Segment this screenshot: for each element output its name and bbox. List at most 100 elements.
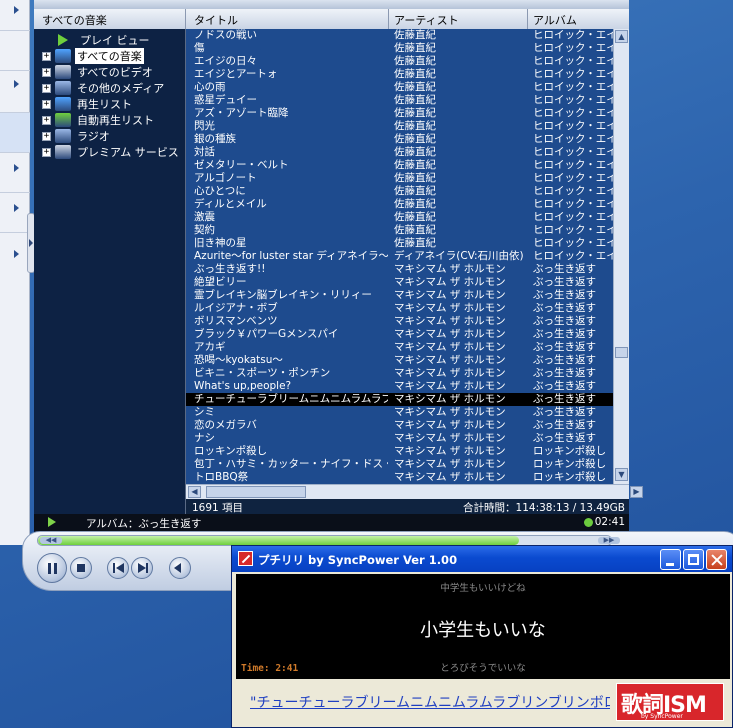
tree-item[interactable]: + プレミアム サービス	[42, 144, 181, 160]
track-row[interactable]: シミ マキシマム ザ ホルモン ぶっ生き返す	[186, 406, 629, 419]
horizontal-scrollbar[interactable]: ◀ ▶	[186, 484, 643, 499]
track-row[interactable]: ディルとメイル 佐藤直紀 ヒロイック・エイジ	[186, 198, 629, 211]
media-icon	[55, 81, 71, 95]
track-row[interactable]: ゼメタリー・ベルト 佐藤直紀 ヒロイック・エイジ	[186, 159, 629, 172]
track-row-current[interactable]: チューチューラブリームニムニムラムラブリ… マキシマム ザ ホルモン ぶっ生き返す	[186, 393, 629, 406]
track-row[interactable]: 惑星デュイー 佐藤直紀 ヒロイック・エイジ	[186, 94, 629, 107]
track-album: ロッキンポ殺し	[533, 471, 607, 483]
scroll-right-icon[interactable]: ▶	[630, 486, 643, 498]
minimize-button[interactable]	[660, 549, 681, 570]
track-artist: マキシマム ザ ホルモン	[394, 367, 506, 379]
track-row[interactable]: エイジとアートォ 佐藤直紀 ヒロイック・エイジ	[186, 68, 629, 81]
track-row[interactable]: Azurite～for luster star ディアネイラ～ ディアネイラ(CV…	[186, 250, 629, 263]
expand-icon[interactable]: +	[42, 67, 51, 77]
column-divider[interactable]	[527, 9, 528, 29]
rewind-icon[interactable]: ◀◀	[40, 537, 62, 544]
divider	[0, 70, 30, 71]
track-row[interactable]: 霊ブレイキン脳ブレイキン・リリィー マキシマム ザ ホルモン ぶっ生き返す	[186, 289, 629, 302]
track-album: ヒロイック・エイジ	[533, 120, 613, 132]
track-row[interactable]: 銀の種族 佐藤直紀 ヒロイック・エイジ	[186, 133, 629, 146]
close-button[interactable]	[706, 549, 727, 570]
track-row[interactable]: What's up,people? マキシマム ザ ホルモン ぶっ生き返す	[186, 380, 629, 393]
horizontal-scroll-thumb[interactable]	[206, 486, 306, 498]
tree-item[interactable]: + ラジオ	[42, 128, 112, 144]
status-bar: 1691 項目 合計時間：114:38:13 / 13.49GB	[186, 499, 629, 514]
song-link[interactable]: "チューチューラブリームニムニムラムラブリンブリンボロンヌ…	[250, 692, 610, 712]
track-album: ぶっ生き返す	[533, 315, 596, 327]
tree-item[interactable]: + すべてのビデオ	[42, 64, 155, 80]
scroll-left-icon[interactable]: ◀	[188, 486, 201, 498]
tree-item[interactable]: + すべての音楽	[42, 48, 144, 64]
stop-button[interactable]	[70, 557, 92, 579]
vertical-scroll-thumb[interactable]	[615, 347, 628, 358]
track-row[interactable]: ロッキンポ殺し マキシマム ザ ホルモン ロッキンポ殺し	[186, 445, 629, 458]
track-row[interactable]: 旧き神の星 佐藤直紀 ヒロイック・エイジ	[186, 237, 629, 250]
expand-icon[interactable]: +	[42, 99, 51, 109]
track-row[interactable]: エイジの日々 佐藤直紀 ヒロイック・エイジ	[186, 55, 629, 68]
track-row[interactable]: 傷 佐藤直紀 ヒロイック・エイジ	[186, 42, 629, 55]
expand-icon[interactable]: +	[42, 83, 51, 93]
track-artist: 佐藤直紀	[394, 55, 436, 67]
track-row[interactable]: 契約 佐藤直紀 ヒロイック・エイジ	[186, 224, 629, 237]
track-album: ヒロイック・エイジ	[533, 198, 613, 210]
track-row[interactable]: 恐喝～kyokatsu～ マキシマム ザ ホルモン ぶっ生き返す	[186, 354, 629, 367]
previous-icon	[116, 563, 124, 573]
column-title[interactable]: タイトル	[194, 12, 238, 28]
track-title: What's up,people?	[194, 380, 292, 392]
nav-arrow-icon[interactable]	[14, 250, 19, 258]
track-row[interactable]: 閃光 佐藤直紀 ヒロイック・エイジ	[186, 120, 629, 133]
track-row[interactable]: ルイジアナ・ボブ マキシマム ザ ホルモン ぶっ生き返す	[186, 302, 629, 315]
column-divider[interactable]	[388, 9, 389, 29]
maximize-button[interactable]	[683, 549, 704, 570]
track-row[interactable]: 心の雨 佐藤直紀 ヒロイック・エイジ	[186, 81, 629, 94]
track-row[interactable]: アルゴノート 佐藤直紀 ヒロイック・エイジ	[186, 172, 629, 185]
track-row[interactable]: ビキニ・スポーツ・ポンチン マキシマム ザ ホルモン ぶっ生き返す	[186, 367, 629, 380]
tree-item[interactable]: + その他のメディア	[42, 80, 166, 96]
track-artist: 佐藤直紀	[394, 146, 436, 158]
track-row[interactable]: トロBBQ祭 マキシマム ザ ホルモン ロッキンポ殺し	[186, 471, 629, 484]
nav-arrow-icon[interactable]	[14, 204, 19, 212]
tree-item[interactable]: プレイ ビュー	[42, 32, 152, 48]
tree-item[interactable]: + 自動再生リスト	[42, 112, 156, 128]
column-album[interactable]: アルバム	[533, 12, 577, 28]
tree-item[interactable]: + 再生リスト	[42, 96, 134, 112]
track-row[interactable]: 絶望ビリー マキシマム ザ ホルモン ぶっ生き返す	[186, 276, 629, 289]
mute-button[interactable]	[169, 557, 191, 579]
fast-forward-icon[interactable]: ▶▶	[598, 537, 620, 544]
kashi-ism-logo[interactable]: 歌詞ISM by SyncPower	[616, 683, 724, 721]
track-row[interactable]: 包丁・ハサミ・カッター・ナイフ・ドス・キリマキシマム ザ ホルモン ロッキンポ殺し	[186, 458, 629, 471]
track-row[interactable]: ノドスの戦い 佐藤直紀 ヒロイック・エイジ	[186, 29, 629, 42]
track-row[interactable]: ぶっ生き返す!! マキシマム ザ ホルモン ぶっ生き返す	[186, 263, 629, 276]
track-row[interactable]: 激震 佐藤直紀 ヒロイック・エイジ	[186, 211, 629, 224]
track-artist: 佐藤直紀	[394, 198, 436, 210]
minimize-icon	[666, 563, 674, 566]
track-row[interactable]: 恋のメガラバ マキシマム ザ ホルモン ぶっ生き返す	[186, 419, 629, 432]
track-row[interactable]: 対話 佐藤直紀 ヒロイック・エイジ	[186, 146, 629, 159]
track-artist: マキシマム ザ ホルモン	[394, 432, 506, 444]
nav-arrow-icon[interactable]	[14, 6, 19, 14]
track-row[interactable]: ボリスマンベンツ マキシマム ザ ホルモン ぶっ生き返す	[186, 315, 629, 328]
scroll-down-icon[interactable]: ▼	[615, 468, 628, 481]
expand-icon[interactable]: +	[42, 147, 51, 157]
nav-arrow-icon[interactable]	[14, 164, 19, 172]
track-row[interactable]: ナシ マキシマム ザ ホルモン ぶっ生き返す	[186, 432, 629, 445]
track-row[interactable]: ブラック￥パワーGメンスパイ マキシマム ザ ホルモン ぶっ生き返す	[186, 328, 629, 341]
track-artist: マキシマム ザ ホルモン	[394, 393, 506, 405]
previous-button[interactable]	[107, 557, 129, 579]
track-title: ナシ	[194, 432, 215, 444]
track-row[interactable]: アカギ マキシマム ザ ホルモン ぶっ生き返す	[186, 341, 629, 354]
expand-icon[interactable]: +	[42, 131, 51, 141]
track-title: 傷	[194, 42, 205, 54]
vertical-scrollbar[interactable]: ▲ ▼	[613, 29, 629, 484]
pause-button[interactable]	[37, 553, 67, 583]
scroll-up-icon[interactable]: ▲	[615, 30, 628, 43]
nav-arrow-icon[interactable]	[14, 80, 19, 88]
popup-titlebar[interactable]: プチリリ by SyncPower Ver 1.00	[232, 546, 732, 572]
expand-icon[interactable]: +	[42, 115, 51, 125]
next-button[interactable]	[131, 557, 153, 579]
radio-icon	[55, 129, 71, 143]
track-row[interactable]: アズ・アゾート臨降 佐藤直紀 ヒロイック・エイジ	[186, 107, 629, 120]
expand-icon[interactable]: +	[42, 51, 51, 61]
track-row[interactable]: 心ひとつに 佐藤直紀 ヒロイック・エイジ	[186, 185, 629, 198]
column-artist[interactable]: アーティスト	[394, 12, 459, 28]
